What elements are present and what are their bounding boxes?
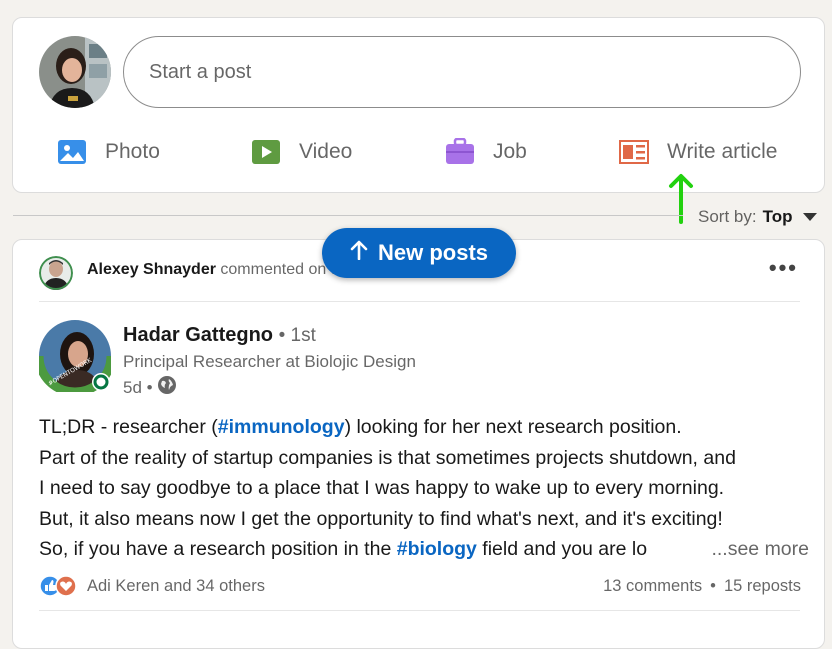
- social-right: 13 comments • 15 reposts: [603, 577, 801, 596]
- sort-divider: [13, 215, 683, 216]
- post-time[interactable]: 5d •: [123, 378, 153, 398]
- photo-label: Photo: [105, 140, 160, 163]
- job-label: Job: [493, 140, 527, 163]
- post-line-3: I need to say goodbye to a place that I …: [39, 477, 725, 499]
- start-post-placeholder: Start a post: [149, 60, 252, 83]
- caret-down-icon: [802, 213, 817, 221]
- briefcase-icon: [445, 138, 475, 166]
- new-posts-label: New posts: [377, 240, 489, 265]
- write-article-button[interactable]: Write article: [619, 134, 777, 170]
- hashtag-biology[interactable]: #biology: [397, 538, 477, 560]
- video-label: Video: [299, 140, 353, 163]
- annotation-arrow-icon: [668, 172, 694, 229]
- author-name[interactable]: Hadar Gattegno: [123, 324, 273, 346]
- author-headline: Principal Researcher at Biolojic Design: [123, 352, 416, 371]
- sort-label: Sort by:: [698, 207, 757, 226]
- photo-button[interactable]: Photo: [57, 134, 160, 170]
- video-icon: [251, 139, 281, 165]
- sort-value: Top: [762, 207, 793, 226]
- hashtag-immunology[interactable]: #immunology: [218, 416, 345, 438]
- sort-dropdown[interactable]: Sort by: Top: [698, 205, 817, 229]
- actor-avatar[interactable]: [39, 256, 73, 290]
- activity-actor-name[interactable]: Alexey Shnayder: [87, 261, 216, 278]
- post-line-5: So, if you have a research position in t…: [39, 534, 809, 565]
- card-divider: [39, 301, 800, 302]
- video-button[interactable]: Video: [251, 134, 352, 170]
- social-separator: •: [710, 576, 716, 595]
- reactions-icons[interactable]: [39, 574, 81, 598]
- start-post-input[interactable]: Start a post: [123, 36, 801, 108]
- connection-degree: • 1st: [278, 325, 316, 346]
- comments-count[interactable]: 13 comments: [603, 577, 702, 596]
- see-more-link[interactable]: ...see more: [703, 534, 809, 565]
- post-text: So, if you have a research position in t…: [39, 538, 397, 560]
- arrow-up-icon: [350, 240, 368, 266]
- post-line-2: Part of the reality of startup companies…: [39, 446, 736, 469]
- post-text: field and you are lo: [476, 538, 648, 560]
- job-button[interactable]: Job: [445, 134, 527, 170]
- share-box: Start a post Photo Video Job Write artic…: [12, 17, 825, 193]
- reactions-count[interactable]: Adi Keren and 34 others: [87, 577, 265, 596]
- my-avatar[interactable]: [39, 36, 111, 108]
- card-divider: [39, 610, 800, 611]
- reposts-count[interactable]: 15 reposts: [724, 577, 801, 596]
- post-text: ) looking for her next research position…: [344, 416, 682, 438]
- social-counts: Adi Keren and 34 others 13 comments • 15…: [39, 574, 801, 598]
- post-text: TL;DR - researcher (: [39, 416, 218, 438]
- feed-post-card: Alexey Shnayder commented on this ••• #O…: [12, 239, 825, 649]
- activity-line: Alexey Shnayder commented on this: [87, 261, 356, 279]
- post-body: TL;DR - researcher (#immunology) looking…: [39, 412, 809, 565]
- more-options-icon[interactable]: •••: [769, 257, 798, 279]
- author-name-row: Hadar Gattegno • 1st: [123, 324, 316, 347]
- new-posts-button[interactable]: New posts: [322, 228, 516, 278]
- post-line-1: TL;DR - researcher (#immunology) looking…: [39, 412, 809, 443]
- globe-icon: [157, 375, 177, 400]
- photo-icon: [57, 139, 87, 165]
- article-icon: [619, 139, 649, 165]
- post-meta: 5d •: [123, 375, 177, 400]
- author-avatar[interactable]: #OPENTOWORK: [34, 320, 116, 397]
- write-article-label: Write article: [667, 140, 778, 163]
- post-line-4: But, it also means now I get the opportu…: [39, 507, 723, 530]
